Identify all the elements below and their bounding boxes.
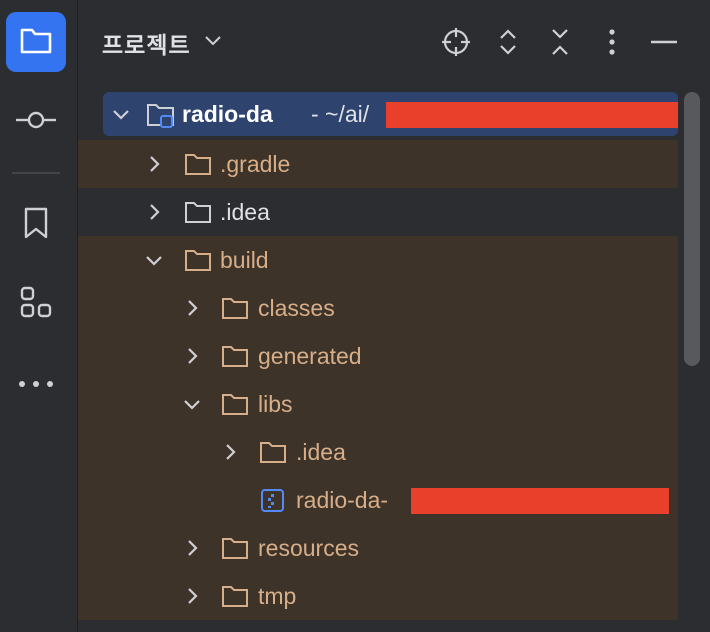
chevron-right-icon[interactable] bbox=[182, 346, 202, 366]
tree-item-label: resources bbox=[258, 535, 359, 561]
redaction bbox=[386, 102, 678, 128]
tree-row[interactable]: resources bbox=[78, 524, 678, 572]
chevron-right-icon[interactable] bbox=[144, 202, 164, 222]
tool-window-strip bbox=[0, 0, 78, 632]
chevron-right-icon[interactable] bbox=[182, 298, 202, 318]
folder-icon bbox=[221, 583, 249, 609]
panel-header: 프로젝트 bbox=[78, 0, 710, 86]
folder-icon bbox=[221, 535, 249, 561]
tree-row[interactable]: .idea bbox=[78, 188, 678, 236]
tree-item-label: .gradle bbox=[220, 151, 291, 177]
tree-item-label: .idea bbox=[296, 439, 346, 465]
collapse-all-icon[interactable] bbox=[542, 24, 578, 60]
folder-icon bbox=[184, 151, 212, 177]
more-vert-icon[interactable] bbox=[594, 24, 630, 60]
folder-icon bbox=[221, 391, 249, 417]
commit-icon bbox=[15, 110, 57, 135]
tree-item-label: .idea bbox=[220, 199, 270, 225]
vertical-scrollbar[interactable] bbox=[684, 92, 700, 366]
chevron-right-icon[interactable] bbox=[220, 442, 240, 462]
tree-row[interactable]: libs bbox=[78, 380, 678, 428]
tree-row[interactable]: .gradle bbox=[78, 140, 678, 188]
structure-tool-button[interactable] bbox=[6, 274, 66, 334]
more-tools-button[interactable] bbox=[6, 354, 66, 414]
more-icon bbox=[18, 375, 54, 393]
tree-item-label: build bbox=[220, 247, 269, 273]
folder-icon bbox=[259, 439, 287, 465]
archive-file-icon bbox=[260, 488, 288, 514]
tree-item-label: radio-da- bbox=[296, 487, 389, 513]
chevron-down-icon[interactable] bbox=[111, 104, 131, 124]
tree-item-label: classes bbox=[258, 295, 335, 321]
tree-item-label: libs bbox=[258, 391, 293, 417]
tree-root-row[interactable]: radio-da - ~/ai/ bbox=[103, 92, 678, 136]
bookmarks-tool-button[interactable] bbox=[6, 195, 66, 255]
redaction bbox=[411, 488, 669, 514]
bookmark-icon bbox=[22, 206, 50, 245]
toolstrip-separator bbox=[12, 172, 60, 174]
folder-icon bbox=[221, 343, 249, 369]
folder-icon bbox=[19, 25, 53, 60]
root-path: - ~/ai/ bbox=[311, 101, 370, 127]
tree-row[interactable]: .idea bbox=[78, 428, 678, 476]
project-panel: 프로젝트 radio-da - ~/ai/ .gradle .idea buil… bbox=[78, 0, 710, 632]
panel-title[interactable]: 프로젝트 bbox=[102, 26, 191, 60]
chevron-down-icon[interactable] bbox=[182, 394, 202, 414]
minimize-icon[interactable] bbox=[646, 24, 682, 60]
chevron-right-icon[interactable] bbox=[144, 154, 164, 174]
tree-row[interactable]: radio-da- bbox=[78, 476, 678, 524]
structure-icon bbox=[19, 285, 53, 324]
folder-icon bbox=[184, 247, 212, 273]
project-tool-button[interactable] bbox=[6, 12, 66, 72]
tree-row[interactable]: classes bbox=[78, 284, 678, 332]
chevron-down-icon[interactable] bbox=[144, 250, 164, 270]
project-tree: radio-da - ~/ai/ .gradle .idea build cla… bbox=[78, 92, 678, 632]
tree-row[interactable]: tmp bbox=[78, 572, 678, 620]
target-icon[interactable] bbox=[438, 24, 474, 60]
module-folder-icon bbox=[146, 101, 174, 128]
tree-row[interactable]: generated bbox=[78, 332, 678, 380]
tree-item-label: tmp bbox=[258, 583, 297, 609]
commit-tool-button[interactable] bbox=[6, 92, 66, 152]
folder-icon bbox=[221, 295, 249, 321]
chevron-right-icon[interactable] bbox=[182, 586, 202, 606]
chevron-right-icon[interactable] bbox=[182, 538, 202, 558]
tree-item-label: generated bbox=[258, 343, 362, 369]
chevron-down-icon[interactable] bbox=[204, 33, 222, 51]
tree-row[interactable]: build bbox=[78, 236, 678, 284]
root-name: radio-da bbox=[182, 101, 273, 127]
expand-collapse-icon[interactable] bbox=[490, 24, 526, 60]
folder-icon bbox=[184, 199, 212, 225]
